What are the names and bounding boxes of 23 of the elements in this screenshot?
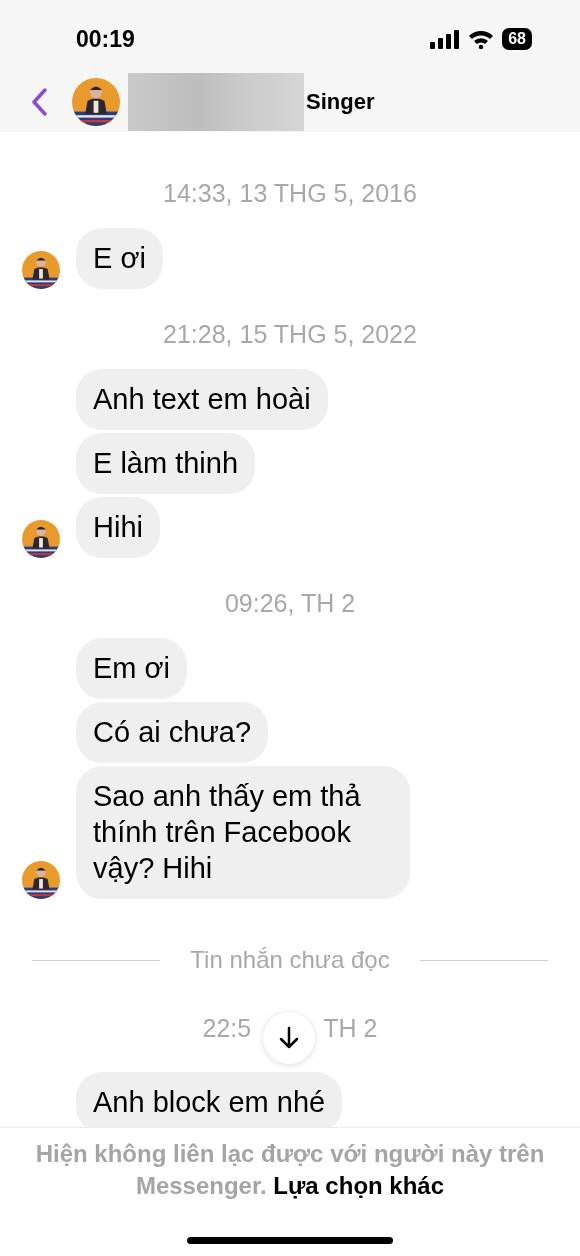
- signal-icon: [430, 29, 461, 49]
- timestamp: 21:28, 15 THG 5, 2022: [162, 319, 418, 350]
- unread-divider: Tin nhắn chưa đọc: [190, 946, 390, 974]
- timestamp: 14:33, 13 THG 5, 2016: [162, 178, 418, 209]
- message-bubble: Anh text em hoài: [76, 369, 328, 430]
- scroll-down-button[interactable]: [263, 1012, 315, 1064]
- status-time: 00:19: [76, 25, 135, 53]
- message-bubble: E ơi: [76, 228, 163, 289]
- message-bubble: Sao anh thấy em thả thính trên Facebook vậy? Hihi: [76, 766, 410, 899]
- notice-text: Hiện không liên lạc được với người này trên Messenger. Lựa chọn khác: [34, 1139, 546, 1201]
- timestamp: 22:5: [202, 1013, 252, 1044]
- message-bubble: Có ai chưa?: [76, 702, 269, 763]
- other-options-link[interactable]: Lựa chọn khác: [273, 1172, 445, 1199]
- message-bubble: Em ơi: [76, 638, 188, 699]
- timestamp: 09:26, TH 2: [223, 588, 357, 619]
- contact-name: Singer: [306, 89, 375, 115]
- wifi-icon: [468, 29, 495, 49]
- back-icon[interactable]: [30, 87, 50, 117]
- message-bubble: Hihi: [76, 497, 160, 558]
- down-arrow-icon: [278, 1026, 300, 1050]
- battery-icon: 68: [502, 28, 532, 50]
- message-bubble: E làm thinh: [76, 433, 256, 494]
- timestamp: TH 2: [323, 1013, 378, 1044]
